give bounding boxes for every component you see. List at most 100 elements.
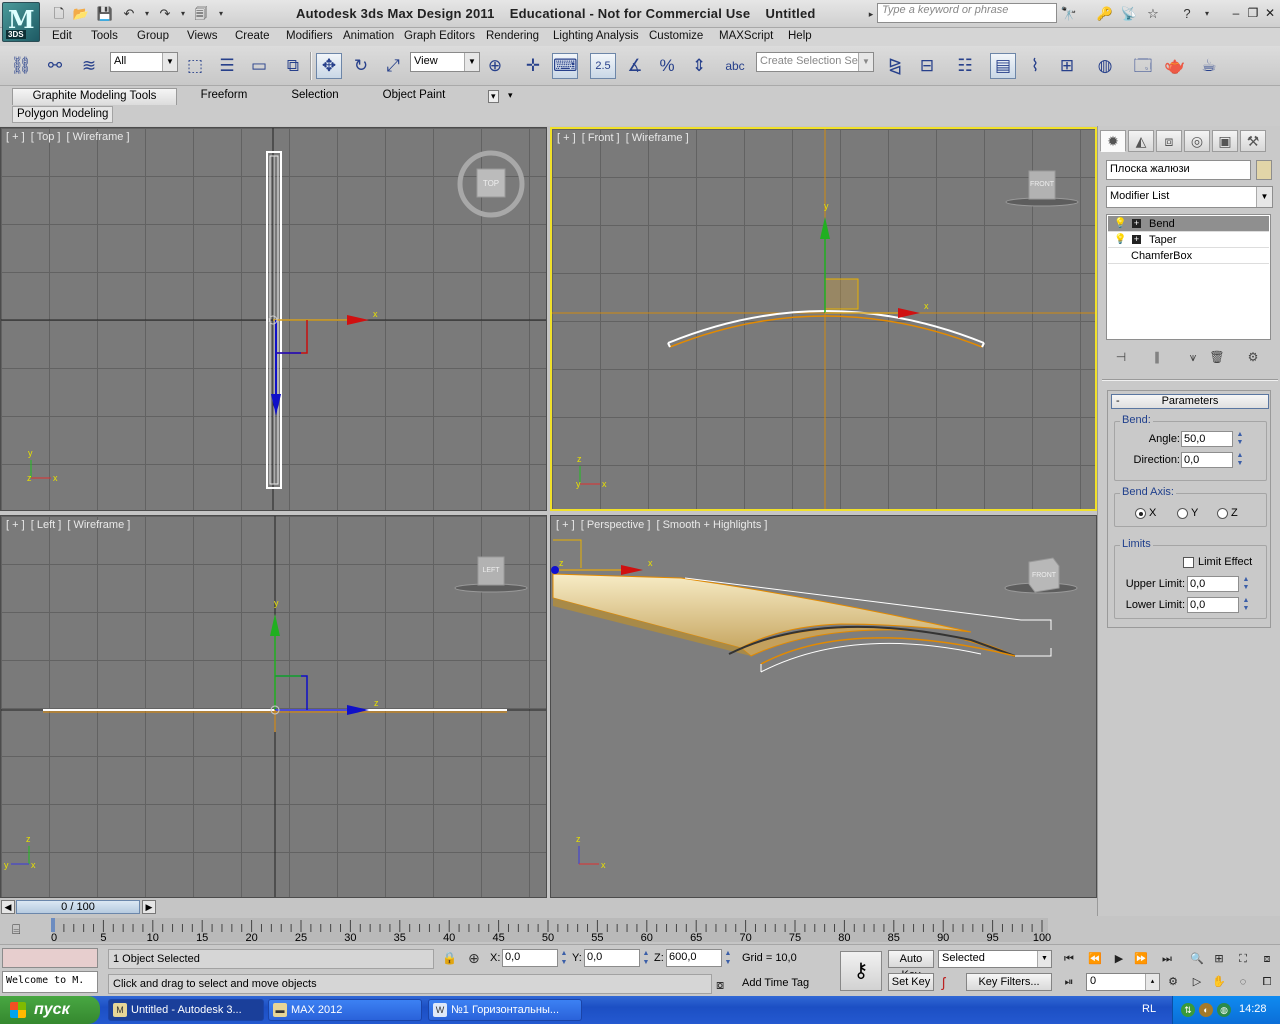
maxscript-listener-output[interactable]: Welcome to M. <box>2 971 98 993</box>
viewport-perspective[interactable]: [ + ] [ Perspective ] [ Smooth + Highlig… <box>550 515 1097 898</box>
angle-input[interactable]: 50,0 <box>1181 431 1233 447</box>
redo-dropdown-icon[interactable]: ▾ <box>174 5 192 23</box>
select-by-name-icon[interactable]: ☰ <box>214 53 240 79</box>
viewport-left[interactable]: [ + ] [ Left ] [ Wireframe ] y z z x y LEF… <box>0 515 547 898</box>
set-key-button[interactable]: Set Key <box>888 973 934 991</box>
bind-to-space-warp-icon[interactable]: ≋ <box>76 53 102 79</box>
viewport-point-of-view-label[interactable]: [ Perspective ] <box>581 519 651 531</box>
object-color-swatch[interactable] <box>1256 160 1272 180</box>
time-configuration-icon[interactable]: ⚙ <box>1162 974 1184 990</box>
select-and-scale-icon[interactable]: ⤢ <box>380 53 406 79</box>
default-in-out-tangents-icon[interactable]: ʃ <box>942 974 945 990</box>
motion-tab-icon[interactable]: ◎ <box>1184 130 1210 152</box>
viewport-shading-label[interactable]: [ Smooth + Highlights ] <box>656 519 767 531</box>
create-tab-icon[interactable]: ✹ <box>1100 130 1126 152</box>
object-name-field[interactable]: Плоска жалюзи <box>1106 160 1251 180</box>
upper-limit-input[interactable]: 0,0 <box>1187 576 1239 592</box>
utilities-tab-icon[interactable]: ⚒ <box>1240 130 1266 152</box>
pan-view-icon[interactable]: ✋ <box>1208 974 1230 990</box>
menu-help[interactable]: Help <box>788 30 812 42</box>
viewport-point-of-view-label[interactable]: [ Left ] <box>31 519 62 531</box>
remove-modifier-icon[interactable]: 🗑 <box>1206 348 1228 366</box>
modify-tab-icon[interactable]: ◭ <box>1128 130 1154 152</box>
open-mini-curve-editor-icon[interactable]: ⌸ <box>12 921 20 938</box>
direction-spinner-icon[interactable]: ▲ ▼ <box>1235 452 1245 468</box>
selection-lock-icon[interactable]: 🔒 <box>442 951 457 965</box>
orbit-icon[interactable]: ◌ <box>1232 974 1254 990</box>
ribbon-options-icon[interactable]: ▾ <box>488 90 499 103</box>
viewport-top-label[interactable]: [ + ] [ Top ] [ Wireframe ] <box>6 131 133 143</box>
configure-modifier-sets-icon[interactable]: ⚙ <box>1242 348 1264 366</box>
menu-maxscript[interactable]: MAXScript <box>719 30 773 42</box>
search-input[interactable]: Type a keyword or phrase <box>877 3 1057 23</box>
key-mode-dropdown[interactable]: Selected ▼ <box>938 950 1052 968</box>
axis-x-radio[interactable] <box>1135 508 1146 519</box>
schematic-view-icon[interactable]: ⊞ <box>1054 53 1080 79</box>
minimize-icon[interactable]: – <box>1228 5 1244 21</box>
x-spinner-icon[interactable]: ▲ ▼ <box>559 949 569 967</box>
select-object-icon[interactable]: ⬚ <box>182 53 208 79</box>
z-spinner-icon[interactable]: ▲ ▼ <box>723 949 733 967</box>
window-crossing-icon[interactable]: ⧉ <box>280 53 306 79</box>
menu-customize[interactable]: Customize <box>649 30 703 42</box>
undo-icon[interactable]: ↶ <box>120 5 138 23</box>
zoom-extents-icon[interactable]: ⛶ <box>1232 951 1254 967</box>
spinner-snap-icon[interactable]: ⇕ <box>686 53 712 79</box>
application-button[interactable]: M 3DS <box>2 2 40 42</box>
rendered-frame-window-icon[interactable]: 🫖 <box>1162 53 1188 79</box>
taskbar-item-3dsmax[interactable]: M Untitled - Autodesk 3... <box>108 999 264 1021</box>
viewport-shading-label[interactable]: [ Wireframe ] <box>67 131 130 143</box>
zoom-all-icon[interactable]: ⊞ <box>1208 951 1230 967</box>
menu-group[interactable]: Group <box>137 30 169 42</box>
display-tab-icon[interactable]: ▣ <box>1212 130 1238 152</box>
menu-modifiers[interactable]: Modifiers <box>286 30 333 42</box>
modifier-list-dropdown[interactable]: Modifier List ▼ <box>1106 186 1273 208</box>
zoom-extents-all-icon[interactable]: ⧈ <box>1256 951 1278 967</box>
menu-create[interactable]: Create <box>235 30 270 42</box>
menu-views[interactable]: Views <box>187 30 217 42</box>
stack-item-bend[interactable]: 💡 + Bend <box>1108 216 1269 232</box>
stack-item-taper[interactable]: 💡 + Taper <box>1108 232 1269 248</box>
quick-access-dropdown-icon[interactable]: ▾ <box>212 5 230 23</box>
select-and-rotate-icon[interactable]: ↻ <box>348 53 374 79</box>
viewport-menu-label[interactable]: [ + ] <box>6 131 25 143</box>
previous-key-icon[interactable]: ⏪ <box>1084 951 1106 967</box>
project-folder-icon[interactable]: 🗐 <box>192 5 210 23</box>
restore-icon[interactable]: ❐ <box>1245 5 1261 21</box>
go-to-end-icon[interactable]: ⏭ <box>1156 951 1178 967</box>
select-and-link-icon[interactable]: ⛓ <box>8 53 34 79</box>
time-slider-thumb[interactable]: 0 / 100 <box>16 900 140 914</box>
hierarchy-tab-icon[interactable]: ⧈ <box>1156 130 1182 152</box>
angle-spinner-icon[interactable]: ▲ ▼ <box>1235 431 1245 447</box>
next-frame-icon[interactable]: ▶ <box>142 900 156 914</box>
viewport-point-of-view-label[interactable]: [ Top ] <box>31 131 61 143</box>
play-icon[interactable]: ▶ <box>1108 951 1130 967</box>
binoculars-icon[interactable]: 🔭 <box>1060 5 1078 23</box>
set-keys-key-icon[interactable]: ⚷ <box>840 951 882 991</box>
limit-effect-checkbox[interactable] <box>1183 557 1194 568</box>
lower-limit-input[interactable]: 0,0 <box>1187 597 1239 613</box>
unlink-selection-icon[interactable]: ⚯ <box>42 53 68 79</box>
viewcube-front[interactable]: FRONT <box>1029 171 1055 199</box>
viewcube-left[interactable]: LEFT <box>478 557 504 585</box>
key-filters-button[interactable]: Key Filters... <box>966 973 1052 991</box>
viewport-menu-label[interactable]: [ + ] <box>557 132 576 144</box>
rectangular-selection-icon[interactable]: ▭ <box>246 53 272 79</box>
y-coord-input[interactable]: 0,0 <box>584 949 640 967</box>
menu-rendering[interactable]: Rendering <box>486 30 539 42</box>
menu-lighting-analysis[interactable]: Lighting Analysis <box>553 30 639 42</box>
render-setup-icon[interactable]: 🗔 <box>1130 53 1156 79</box>
menu-graph-editors[interactable]: Graph Editors <box>404 30 475 42</box>
viewport-perspective-label[interactable]: [ + ] [ Perspective ] [ Smooth + Highlig… <box>556 519 770 531</box>
add-time-tag-button[interactable]: Add Time Tag <box>742 977 809 989</box>
axis-y-radio[interactable] <box>1177 508 1188 519</box>
redo-icon[interactable]: ↷ <box>156 5 174 23</box>
ribbon-dropdown-icon[interactable]: ▾ <box>508 90 513 101</box>
layer-manager-icon[interactable]: ☷ <box>952 53 978 79</box>
lower-limit-spinner-icon[interactable]: ▲ ▼ <box>1241 597 1251 613</box>
auto-key-button[interactable]: Auto Key <box>888 950 934 981</box>
show-end-result-icon[interactable]: ∥ <box>1146 348 1168 366</box>
save-file-icon[interactable]: 💾 <box>96 5 114 23</box>
tab-graphite-modeling-tools[interactable]: Graphite Modeling Tools <box>12 88 177 105</box>
viewport-top[interactable]: [ + ] [ Top ] [ Wireframe ] x y x z TOP <box>0 127 547 511</box>
